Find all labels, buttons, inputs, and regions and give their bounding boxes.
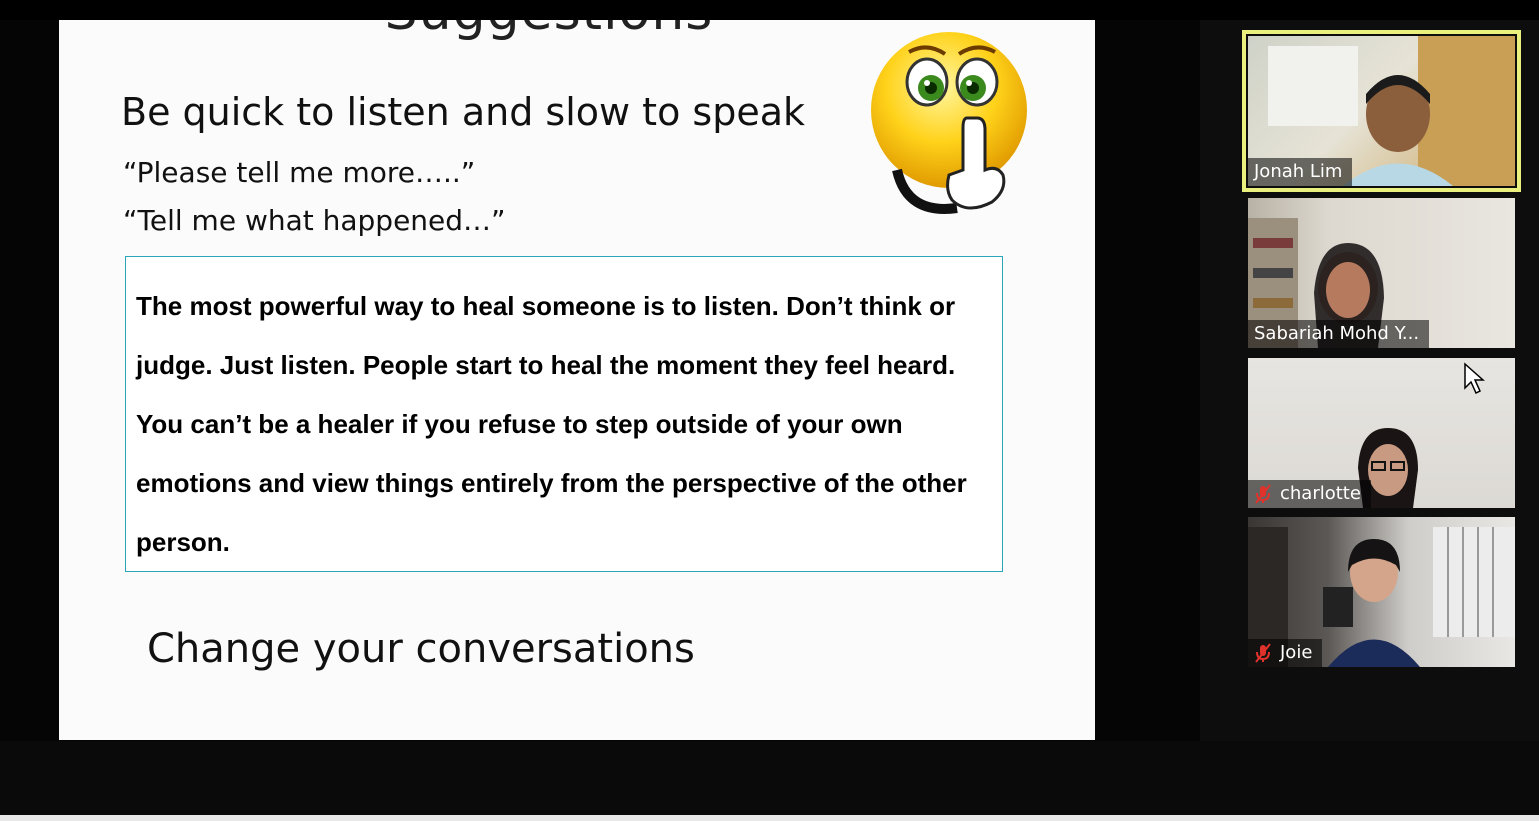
participant-tile[interactable]: Joie <box>1248 517 1515 667</box>
presentation-slide: Suggestions Be quick to listen and slow … <box>59 20 1095 740</box>
participant-name: Sabariah Mohd Y... <box>1254 323 1420 344</box>
microphone-muted-icon <box>1255 643 1271 663</box>
participant-tile[interactable]: Jonah Lim <box>1242 30 1521 192</box>
highlight-quote-box: The most powerful way to heal someone is… <box>125 256 1003 572</box>
window-bottom-edge <box>0 815 1539 821</box>
participant-tile[interactable]: Sabariah Mohd Y... <box>1248 198 1515 348</box>
slide-footer: Change your conversations <box>147 626 695 672</box>
participant-name-label: Jonah Lim <box>1248 158 1353 186</box>
participant-name: Jonah Lim <box>1254 161 1343 182</box>
meeting-toolbar <box>0 741 1539 815</box>
highlight-quote-text: The most powerful way to heal someone is… <box>136 291 967 557</box>
slide-heading: Be quick to listen and slow to speak <box>121 90 805 134</box>
mouse-cursor-icon <box>1464 362 1485 395</box>
slide-quote-2: “Tell me what happened…” <box>123 204 506 237</box>
participant-name-label: charlotte <box>1248 480 1371 508</box>
shared-screen: Suggestions Be quick to listen and slow … <box>0 20 1200 741</box>
participant-gallery: Jonah Lim Sabariah Mohd Y... charlotte J… <box>1200 20 1539 741</box>
shush-emoji-icon <box>871 32 1027 214</box>
meeting-window: Suggestions Be quick to listen and slow … <box>0 0 1539 821</box>
participant-name: Joie <box>1280 642 1313 663</box>
participant-name-label: Sabariah Mohd Y... <box>1248 320 1430 348</box>
participant-name: charlotte <box>1280 483 1361 504</box>
microphone-muted-icon <box>1255 484 1271 504</box>
slide-quote-1: “Please tell me more…..” <box>123 156 476 189</box>
participant-name-label: Joie <box>1248 639 1323 667</box>
